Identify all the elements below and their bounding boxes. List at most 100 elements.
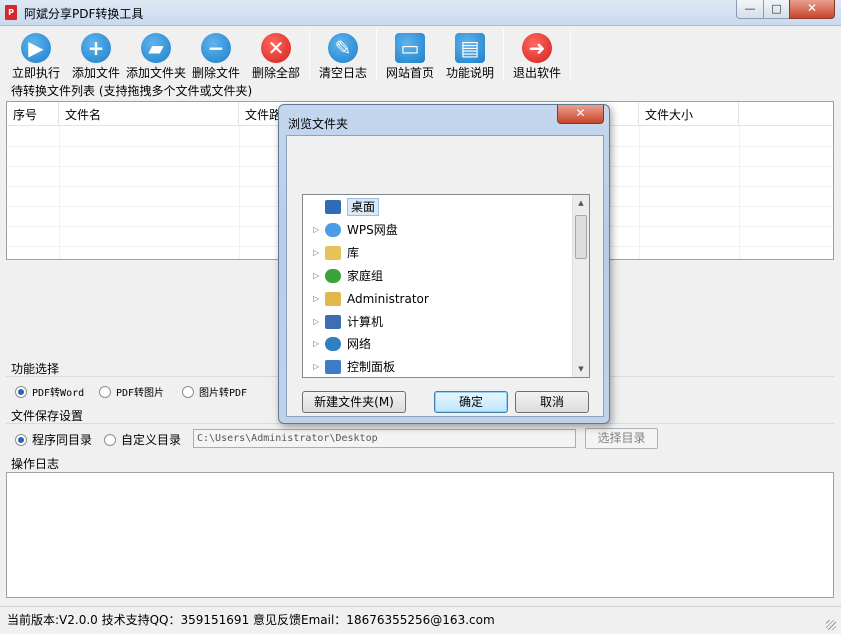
expand-arrow-icon[interactable]: ▷ bbox=[313, 289, 323, 309]
dialog-body: 桌面 ▷ WPS网盘 ▷ 库 ▷ 家庭组 ▷ Administrator ▷ 计… bbox=[286, 135, 604, 417]
tree-item-label: WPS网盘 bbox=[347, 223, 398, 237]
toolbar: ▶ 立即执行 + 添加文件 ▰ 添加文件夹 − 删除文件 ✕ 删除全部 ✎ 清空… bbox=[6, 30, 574, 80]
cancel-button[interactable]: 取消 bbox=[515, 391, 589, 413]
tree-item-label: Administrator bbox=[347, 292, 429, 306]
dialog-title: 浏览文件夹 bbox=[288, 117, 349, 131]
tree-item-label: 计算机 bbox=[347, 315, 384, 329]
play-icon: ▶ bbox=[21, 33, 51, 63]
save-path-input[interactable]: C:\Users\Administrator\Desktop bbox=[193, 429, 576, 448]
desktop-icon bbox=[325, 200, 341, 214]
add-file-label: 添加文件 bbox=[71, 66, 120, 80]
tree-item-label: 网络 bbox=[347, 337, 372, 351]
tree-item-control-panel[interactable]: ▷ 控制面板 bbox=[303, 357, 395, 377]
tree-item-wps-cloud[interactable]: ▷ WPS网盘 bbox=[303, 220, 398, 240]
minimize-button[interactable]: — bbox=[736, 0, 764, 19]
run-label: 立即执行 bbox=[11, 66, 60, 80]
library-icon bbox=[325, 246, 341, 260]
help-button[interactable]: ▤ 功能说明 bbox=[440, 30, 500, 80]
radio-label: 图片转PDF bbox=[199, 388, 248, 399]
toolbar-separator bbox=[503, 30, 504, 80]
tree-item-label: 桌面 bbox=[347, 198, 380, 216]
expand-arrow-icon[interactable]: ▷ bbox=[313, 220, 323, 240]
ok-button[interactable]: 确定 bbox=[434, 391, 508, 413]
expand-arrow-icon[interactable]: ▷ bbox=[313, 312, 323, 332]
tree-item-computer[interactable]: ▷ 计算机 bbox=[303, 312, 383, 332]
maximize-button[interactable]: □ bbox=[763, 0, 790, 19]
radio-label: 程序同目录 bbox=[32, 433, 93, 447]
expand-arrow-icon[interactable]: ▷ bbox=[313, 357, 323, 377]
cloud-icon bbox=[325, 223, 341, 237]
function-label: 功能选择 bbox=[11, 362, 60, 376]
dialog-close-button[interactable]: ✕ bbox=[557, 105, 604, 124]
tree-item-desktop[interactable]: 桌面 bbox=[303, 197, 380, 217]
tree-item-network[interactable]: ▷ 网络 bbox=[303, 334, 371, 354]
scroll-thumb[interactable] bbox=[575, 215, 587, 259]
monitor-icon: ▭ bbox=[395, 33, 425, 63]
status-bar: 当前版本:V2.0.0 技术支持QQ：359151691 意见反馈Email：1… bbox=[0, 606, 841, 634]
delete-all-label: 删除全部 bbox=[251, 66, 300, 80]
network-icon bbox=[325, 337, 341, 351]
document-icon: ▤ bbox=[455, 33, 485, 63]
close-button[interactable]: ✕ bbox=[789, 0, 835, 19]
radio-checked-icon bbox=[15, 433, 27, 446]
browse-folder-dialog: 浏览文件夹 ✕ 桌面 ▷ WPS网盘 ▷ 库 ▷ 家庭组 ▷ Administr… bbox=[278, 104, 610, 424]
tree-item-library[interactable]: ▷ 库 bbox=[303, 243, 359, 263]
folder-tree[interactable]: 桌面 ▷ WPS网盘 ▷ 库 ▷ 家庭组 ▷ Administrator ▷ 计… bbox=[302, 194, 590, 378]
scroll-up-icon[interactable]: ▲ bbox=[573, 195, 589, 211]
homepage-button[interactable]: ▭ 网站首页 bbox=[380, 30, 440, 80]
toolbar-separator bbox=[570, 30, 571, 80]
exit-label: 退出软件 bbox=[512, 66, 561, 80]
radio-unchecked-icon bbox=[182, 385, 194, 398]
save-settings-label: 文件保存设置 bbox=[11, 409, 84, 423]
minus-icon: − bbox=[201, 33, 231, 63]
tree-item-homegroup[interactable]: ▷ 家庭组 bbox=[303, 266, 383, 286]
window-title: 阿斌分享PDF转换工具 bbox=[24, 7, 144, 21]
radio-unchecked-icon bbox=[99, 385, 111, 398]
expand-arrow-icon[interactable]: ▷ bbox=[313, 266, 323, 286]
folder-icon: ▰ bbox=[141, 33, 171, 63]
close-icon: ✕ bbox=[261, 33, 291, 63]
radio-checked-icon bbox=[15, 385, 27, 398]
column-filesize[interactable]: 文件大小 bbox=[639, 102, 739, 126]
homegroup-icon bbox=[325, 269, 341, 283]
clear-log-button[interactable]: ✎ 清空日志 bbox=[313, 30, 373, 80]
column-filename[interactable]: 文件名 bbox=[59, 102, 239, 126]
file-list-label: 待转换文件列表 (支持拖拽多个文件或文件夹) bbox=[11, 84, 253, 98]
log-label: 操作日志 bbox=[11, 457, 60, 471]
homepage-label: 网站首页 bbox=[385, 66, 434, 80]
radio-pdf-to-image[interactable]: PDF转图片 bbox=[99, 384, 164, 399]
broom-icon: ✎ bbox=[328, 33, 358, 63]
choose-directory-button[interactable]: 选择目录 bbox=[585, 428, 658, 449]
tree-item-label: 库 bbox=[347, 246, 360, 260]
radio-same-directory[interactable]: 程序同目录 bbox=[15, 431, 92, 448]
toolbar-separator bbox=[309, 30, 310, 80]
radio-label: 自定义目录 bbox=[121, 433, 182, 447]
tree-scrollbar[interactable]: ▲ ▼ bbox=[572, 195, 589, 377]
app-pdf-icon: P bbox=[5, 5, 17, 20]
new-folder-button[interactable]: 新建文件夹(M) bbox=[302, 391, 406, 413]
radio-custom-directory[interactable]: 自定义目录 bbox=[104, 431, 181, 448]
toolbar-separator bbox=[376, 30, 377, 80]
exit-icon: ➜ bbox=[522, 33, 552, 63]
add-file-button[interactable]: + 添加文件 bbox=[66, 30, 126, 80]
radio-unchecked-icon bbox=[104, 433, 116, 446]
user-folder-icon bbox=[325, 292, 341, 306]
radio-image-to-pdf[interactable]: 图片转PDF bbox=[182, 384, 247, 399]
expand-arrow-icon[interactable]: ▷ bbox=[313, 243, 323, 263]
tree-item-label: 控制面板 bbox=[347, 360, 396, 374]
tree-item-administrator[interactable]: ▷ Administrator bbox=[303, 289, 429, 309]
control-panel-icon bbox=[325, 360, 341, 374]
help-label: 功能说明 bbox=[445, 66, 494, 80]
add-folder-button[interactable]: ▰ 添加文件夹 bbox=[126, 30, 186, 80]
scroll-down-icon[interactable]: ▼ bbox=[573, 361, 589, 377]
log-textarea[interactable] bbox=[6, 472, 834, 598]
expand-arrow-icon[interactable]: ▷ bbox=[313, 334, 323, 354]
delete-all-button[interactable]: ✕ 删除全部 bbox=[246, 30, 306, 80]
delete-file-button[interactable]: − 删除文件 bbox=[186, 30, 246, 80]
delete-file-label: 删除文件 bbox=[191, 66, 240, 80]
column-index[interactable]: 序号 bbox=[7, 102, 59, 126]
resize-grip-icon[interactable] bbox=[826, 620, 836, 630]
run-button[interactable]: ▶ 立即执行 bbox=[6, 30, 66, 80]
radio-pdf-to-word[interactable]: PDF转Word bbox=[15, 384, 84, 399]
exit-button[interactable]: ➜ 退出软件 bbox=[507, 30, 567, 80]
